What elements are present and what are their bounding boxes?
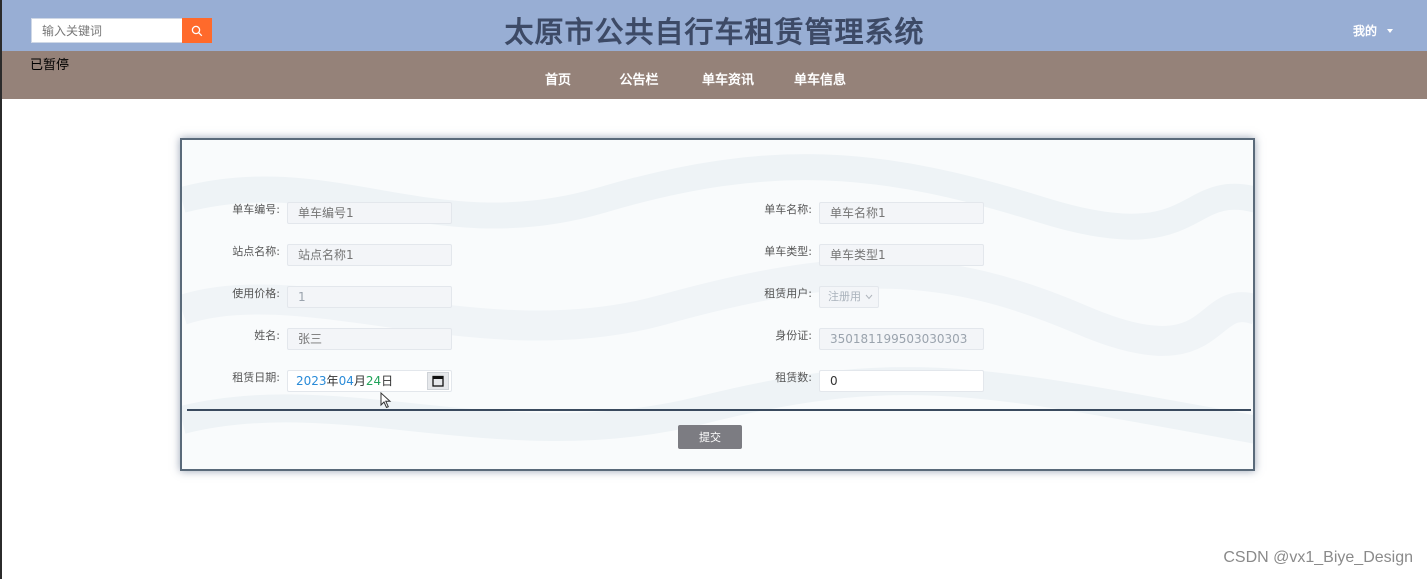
field-date: 租赁日期: 2023 年 04 月 24 日 — [182, 370, 712, 392]
chevron-down-icon — [1387, 28, 1393, 33]
date-month: 04 — [338, 374, 354, 388]
name-label: 姓名: — [254, 329, 280, 342]
user-menu[interactable]: 我的 — [1353, 22, 1393, 39]
field-price: 使用价格: 1 — [182, 286, 712, 308]
watermark: CSDN @vx1_Biye_Design — [1223, 549, 1413, 566]
date-label: 租赁日期: — [232, 371, 280, 384]
field-count: 租赁数: 0 — [722, 370, 1252, 392]
price-label: 使用价格: — [232, 287, 280, 300]
name-input[interactable] — [287, 328, 452, 350]
field-renter: 租赁用户: 注册用 — [722, 286, 1252, 308]
date-year: 2023 — [296, 374, 327, 388]
nav-item-bike-info[interactable]: 单车信息 — [789, 69, 851, 88]
bike-type-label: 单车类型: — [764, 245, 812, 258]
site-title: 太原市公共自行车租赁管理系统 — [504, 15, 925, 49]
nav-items: 首页 公告栏 单车资讯 单车信息 — [2, 69, 1427, 88]
id-card-label: 身份证: — [775, 329, 812, 342]
date-day-unit: 日 — [381, 374, 394, 388]
field-station: 站点名称: — [182, 244, 712, 266]
field-id-card: 身份证: 350181199503030303 — [722, 328, 1252, 350]
chevron-down-icon — [865, 294, 873, 300]
bike-no-label: 单车编号: — [232, 203, 280, 216]
mouse-cursor-icon — [380, 392, 392, 409]
nav-bar: 已暂停 首页 公告栏 单车资讯 单车信息 — [2, 51, 1427, 99]
field-bike-type: 单车类型: — [722, 244, 1252, 266]
nav-item-home[interactable]: 首页 — [538, 69, 578, 88]
top-header: 太原市公共自行车租赁管理系统 我的 — [2, 0, 1427, 51]
count-label: 租赁数: — [775, 371, 812, 384]
rental-form-card: 单车编号: 单车名称: 站点名称: 单车类型: 使用价格: 1 租赁用户: 注册… — [180, 138, 1255, 471]
renter-label: 租赁用户: — [764, 287, 812, 300]
station-input[interactable] — [287, 244, 452, 266]
bike-type-input[interactable] — [819, 244, 984, 266]
date-month-unit: 月 — [353, 374, 366, 388]
field-bike-no: 单车编号: — [182, 202, 712, 224]
renter-select-value: 注册用 — [828, 290, 861, 303]
bike-name-input[interactable] — [819, 202, 984, 224]
bike-name-label: 单车名称: — [764, 203, 812, 216]
id-card-input[interactable]: 350181199503030303 — [819, 328, 984, 350]
field-bike-name: 单车名称: — [722, 202, 1252, 224]
station-label: 站点名称: — [232, 245, 280, 258]
nav-item-bike-news[interactable]: 单车资讯 — [697, 69, 759, 88]
form-divider — [187, 409, 1251, 411]
date-year-unit: 年 — [326, 374, 339, 388]
date-input[interactable]: 2023 年 04 月 24 日 — [287, 370, 452, 392]
price-input[interactable]: 1 — [287, 286, 452, 308]
nav-item-notice[interactable]: 公告栏 — [613, 69, 665, 88]
submit-button[interactable]: 提交 — [678, 425, 742, 449]
user-menu-label: 我的 — [1352, 24, 1377, 38]
bike-no-input[interactable] — [287, 202, 452, 224]
count-input[interactable]: 0 — [819, 370, 984, 392]
calendar-icon — [432, 375, 444, 387]
date-day: 24 — [365, 374, 382, 388]
renter-select[interactable]: 注册用 — [819, 286, 879, 308]
calendar-button[interactable] — [427, 372, 449, 390]
field-name: 姓名: — [182, 328, 712, 350]
